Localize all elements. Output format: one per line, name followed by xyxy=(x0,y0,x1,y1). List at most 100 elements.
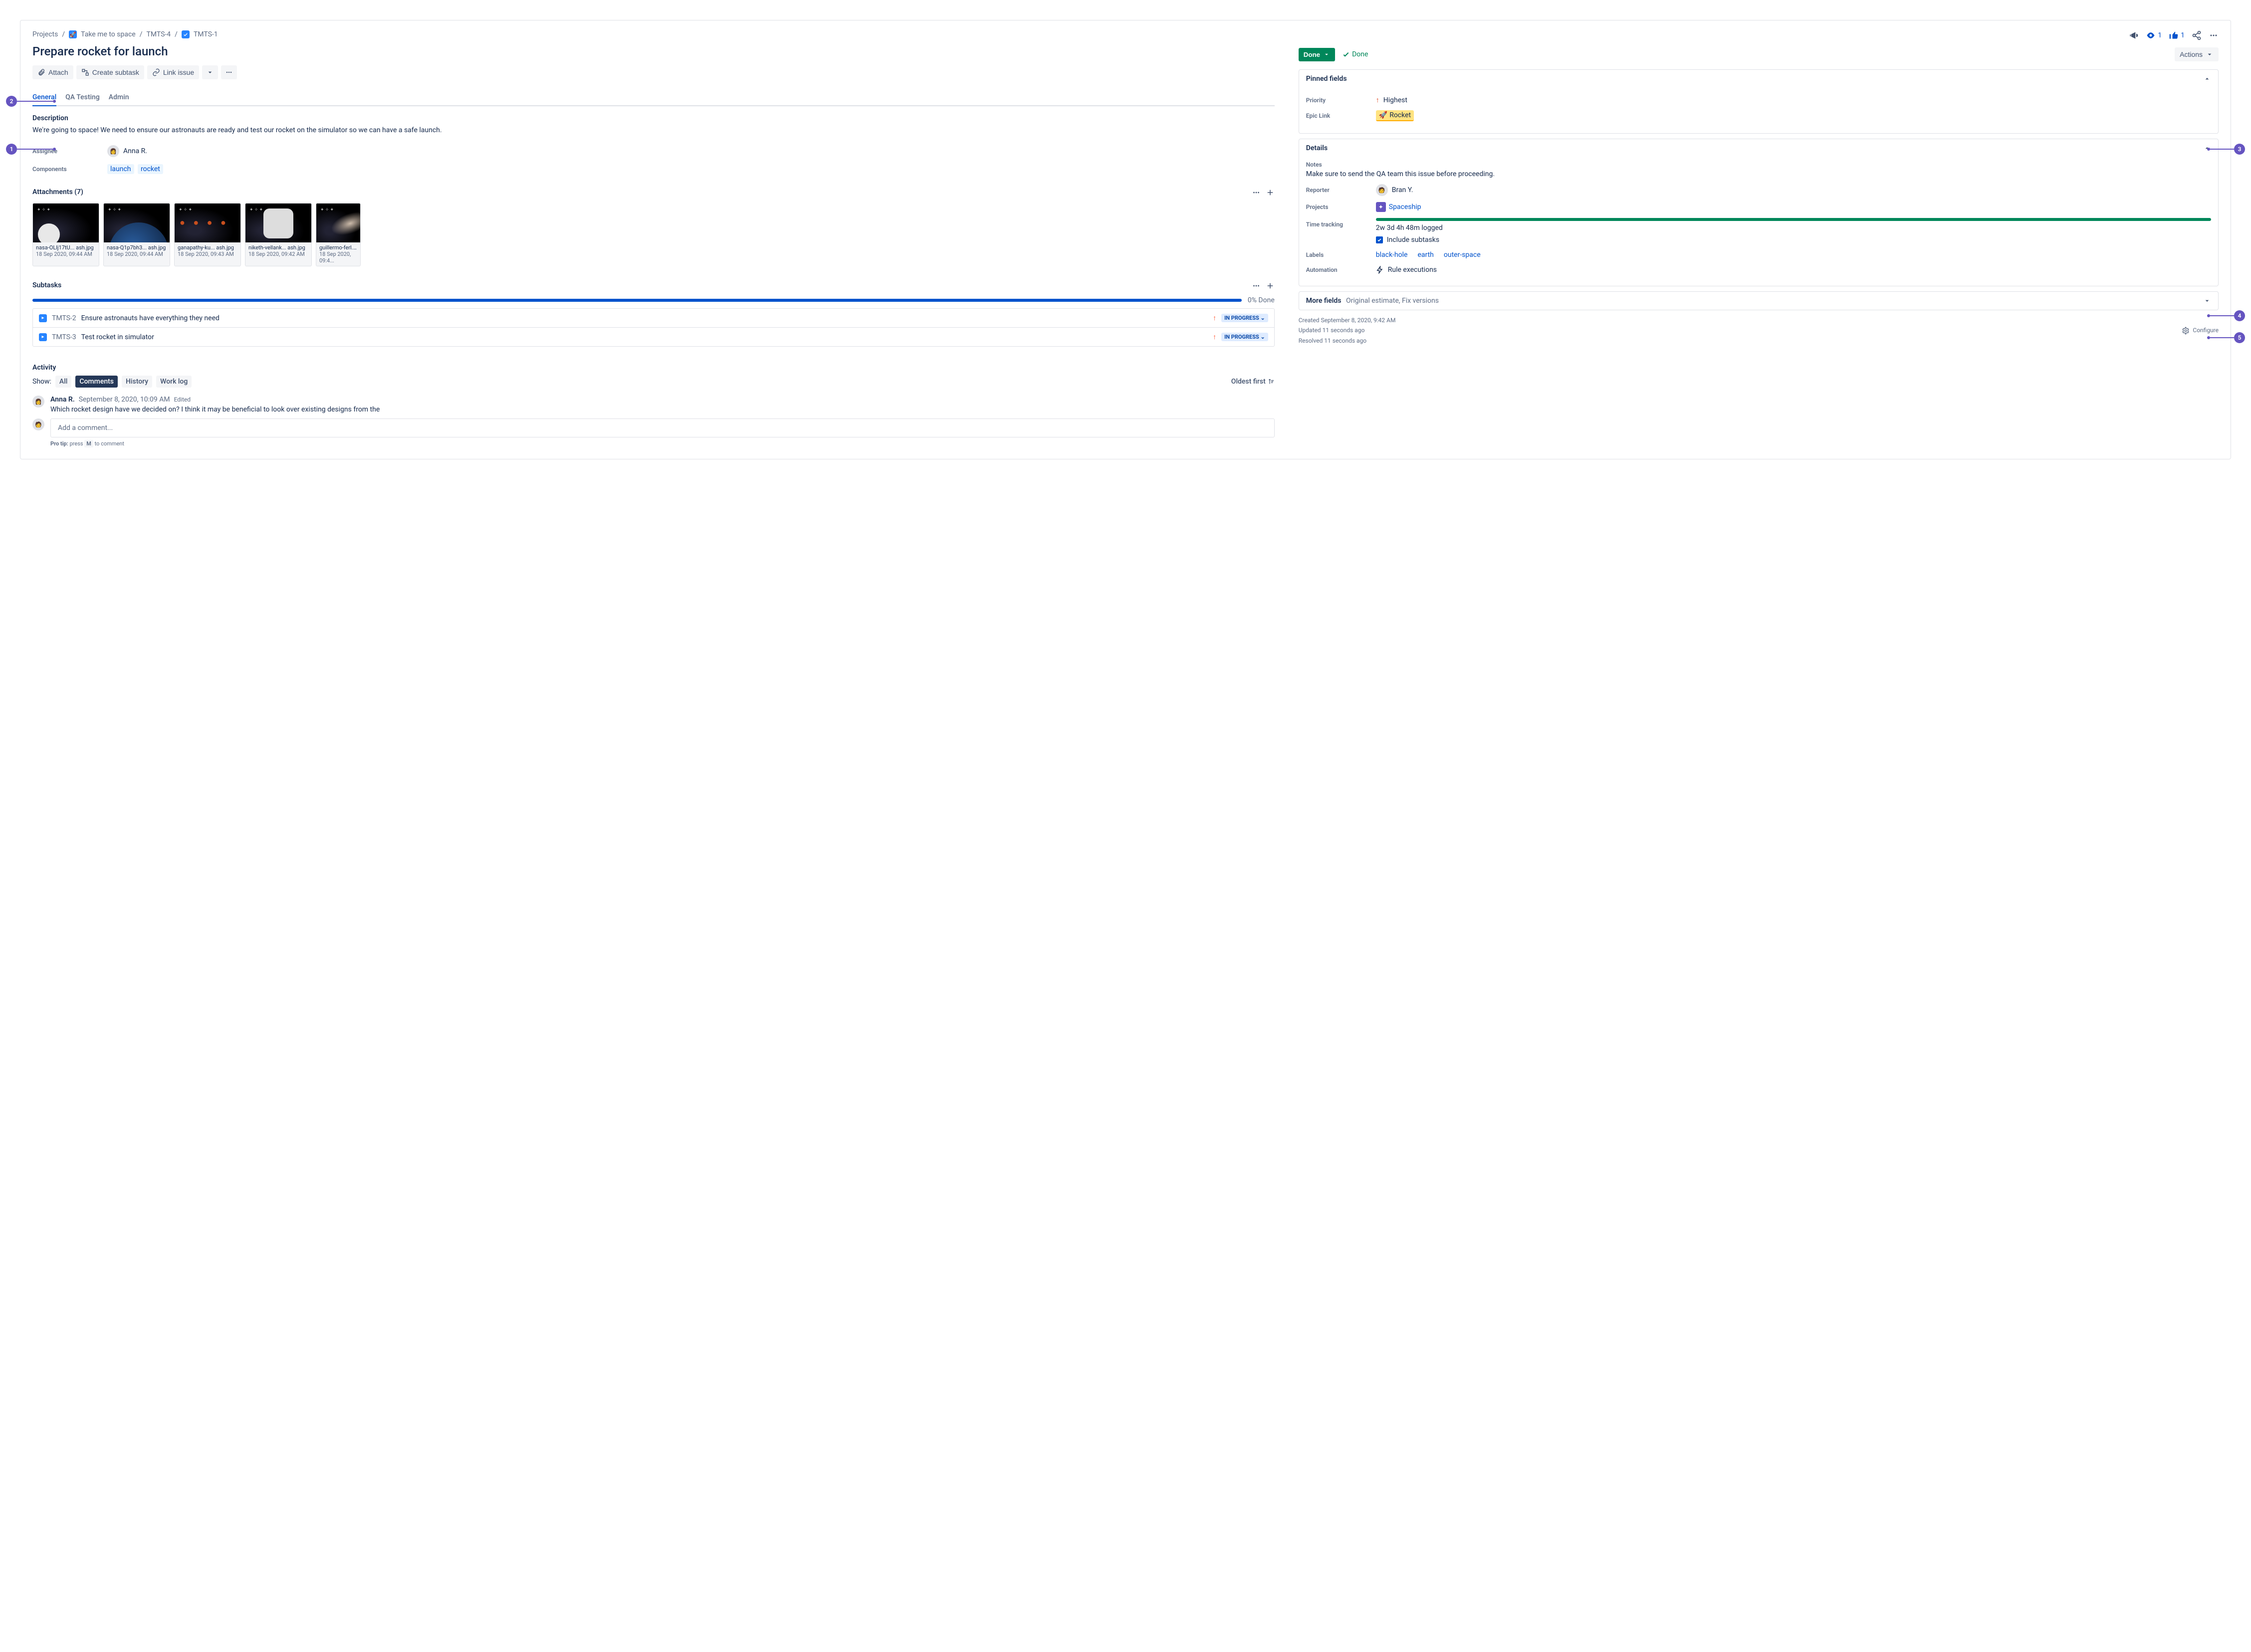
projects-field[interactable]: Projects ✦ Spaceship xyxy=(1306,202,2211,212)
subtask-key[interactable]: TMTS-3 xyxy=(52,333,76,341)
attachment-card[interactable]: niketh-vellank... ash.jpg18 Sep 2020, 09… xyxy=(245,203,312,266)
issue-more-button[interactable] xyxy=(2209,30,2219,40)
attachment-date: 18 Sep 2020, 09:43 AM xyxy=(178,251,237,257)
add-comment-input[interactable]: Add a comment... xyxy=(50,418,1275,437)
watch-button[interactable]: 1 xyxy=(2146,30,2162,40)
tab-admin[interactable]: Admin xyxy=(109,89,129,106)
issue-view: Projects / 🚀 Take me to space / TMTS-4 /… xyxy=(20,20,2231,459)
subtask-row[interactable]: ▸ TMTS-2 Ensure astronauts have everythi… xyxy=(33,309,1274,327)
issue-details-column: 1 1 Done Done Actions xyxy=(1299,30,2219,447)
attachment-thumb xyxy=(175,204,240,242)
rocket-icon: 🚀 xyxy=(1379,111,1387,119)
pro-tip: Pro tip: press M to comment xyxy=(50,440,1275,447)
more-actions-toolbar-button[interactable] xyxy=(221,65,237,79)
activity-section: Activity Show: All Comments History Work… xyxy=(32,364,1275,447)
attachment-filename: ganapathy-ku... ash.jpg xyxy=(178,244,237,251)
attachments-strip: nasa-OLlj17tU... ash.jpg18 Sep 2020, 09:… xyxy=(32,203,1275,266)
assignee-value[interactable]: 👩 Anna R. xyxy=(107,145,147,157)
pinned-fields-header[interactable]: Pinned fields xyxy=(1299,70,2218,88)
configure-button[interactable]: Configure xyxy=(2182,315,2219,346)
actions-dropdown[interactable]: Actions xyxy=(2175,47,2219,61)
avatar: 👩 xyxy=(107,145,119,157)
sort-icon xyxy=(1268,378,1275,385)
labels-field[interactable]: Labels black-hole earth outer-space xyxy=(1306,250,2211,260)
watch-count: 1 xyxy=(2158,31,2162,39)
description-body[interactable]: We're going to space! We need to ensure … xyxy=(32,125,1275,135)
link-issue-button[interactable]: Link issue xyxy=(147,65,199,79)
priority-icon: ↑ xyxy=(1213,333,1216,341)
issue-label[interactable]: outer-space xyxy=(1444,250,1481,260)
notes-value[interactable]: Make sure to send the QA team this issue… xyxy=(1306,170,2211,178)
issue-main-column: Projects / 🚀 Take me to space / TMTS-4 /… xyxy=(32,30,1275,447)
attachment-thumb xyxy=(316,204,360,242)
avatar: 👩 xyxy=(32,396,44,408)
annotation-3: 3 xyxy=(2234,144,2245,155)
attachment-card[interactable]: nasa-Q1p7bh3... ash.jpg18 Sep 2020, 09:4… xyxy=(103,203,170,266)
priority-value: Highest xyxy=(1383,96,1407,104)
annotation-1: 1 xyxy=(6,144,17,155)
subtask-status[interactable]: IN PROGRESS ⌄ xyxy=(1221,333,1268,341)
filter-worklog[interactable]: Work log xyxy=(156,376,192,388)
status-row: Done Done Actions xyxy=(1299,47,2219,61)
issue-title[interactable]: Prepare rocket for launch xyxy=(32,44,1275,58)
attachment-filename: nasa-Q1p7bh3... ash.jpg xyxy=(107,244,167,251)
epic-link-field[interactable]: Epic Link 🚀 Rocket xyxy=(1306,110,2211,121)
activity-filter-bar: Show: All Comments History Work log Olde… xyxy=(32,376,1275,388)
priority-field[interactable]: Priority ↑ Highest xyxy=(1306,96,2211,104)
tab-qa-testing[interactable]: QA Testing xyxy=(65,89,100,106)
more-fields-header[interactable]: More fields Original estimate, Fix versi… xyxy=(1299,292,2218,310)
subtasks-menu-button[interactable] xyxy=(1252,281,1261,292)
issue-label[interactable]: black-hole xyxy=(1376,250,1408,260)
time-tracking-field[interactable]: Time tracking 2w 3d 4h 48m logged Includ… xyxy=(1306,218,2211,244)
priority-highest-icon: ↑ xyxy=(1376,96,1379,104)
create-subtask-button[interactable]: Create subtask xyxy=(76,65,144,79)
time-tracking-label: Time tracking xyxy=(1306,218,1376,228)
attach-label: Attach xyxy=(48,68,68,76)
breadcrumb-project[interactable]: Take me to space xyxy=(81,30,136,38)
link-issue-dropdown[interactable] xyxy=(202,65,218,79)
details-header[interactable]: Details xyxy=(1299,139,2218,157)
breadcrumb-projects[interactable]: Projects xyxy=(32,30,58,38)
attachments-add-button[interactable] xyxy=(1266,188,1275,199)
epic-link-label: Epic Link xyxy=(1306,112,1376,119)
issue-label[interactable]: earth xyxy=(1417,250,1433,260)
tab-general[interactable]: General xyxy=(32,89,56,106)
breadcrumb-issue-key[interactable]: TMTS-1 xyxy=(194,30,218,38)
subtasks-add-button[interactable] xyxy=(1266,281,1275,292)
vote-button[interactable]: 1 xyxy=(2169,30,2185,40)
subtask-status[interactable]: IN PROGRESS ⌄ xyxy=(1221,314,1268,322)
include-subtasks-checkbox[interactable] xyxy=(1376,236,1383,243)
component-tag[interactable]: launch xyxy=(107,164,134,174)
breadcrumb-separator: / xyxy=(62,30,65,38)
created-date: Created September 8, 2020, 9:42 AM xyxy=(1299,315,2182,325)
comment-author[interactable]: Anna R. xyxy=(50,396,75,404)
component-tag[interactable]: rocket xyxy=(138,164,163,174)
attachments-menu-button[interactable] xyxy=(1252,188,1261,199)
attach-button[interactable]: Attach xyxy=(32,65,73,79)
activity-sort-button[interactable]: Oldest first xyxy=(1231,378,1275,386)
filter-history[interactable]: History xyxy=(122,376,152,388)
project-icon: ✦ xyxy=(1376,202,1386,212)
annotation-5: 5 xyxy=(2234,332,2245,343)
reporter-field[interactable]: Reporter 🧑 Bran Y. xyxy=(1306,184,2211,196)
subtask-row[interactable]: ▸ TMTS-3 Test rocket in simulator ↑ IN P… xyxy=(33,327,1274,346)
epic-link-value[interactable]: 🚀 Rocket xyxy=(1376,110,1414,121)
lightning-icon xyxy=(1376,266,1384,274)
attachment-card[interactable]: ganapathy-ku... ash.jpg18 Sep 2020, 09:4… xyxy=(174,203,241,266)
filter-comments[interactable]: Comments xyxy=(75,376,118,388)
components-value[interactable]: launch rocket xyxy=(107,165,165,173)
priority-icon: ↑ xyxy=(1213,314,1216,322)
status-dropdown[interactable]: Done xyxy=(1299,48,1335,61)
subtask-key[interactable]: TMTS-2 xyxy=(52,314,76,322)
feedback-button[interactable] xyxy=(2129,30,2139,40)
attachment-card[interactable]: nasa-OLlj17tU... ash.jpg18 Sep 2020, 09:… xyxy=(32,203,99,266)
breadcrumb-parent[interactable]: TMTS-4 xyxy=(147,30,171,38)
share-button[interactable] xyxy=(2192,30,2202,40)
attachment-date: 18 Sep 2020, 09:42 AM xyxy=(248,251,308,257)
filter-all[interactable]: All xyxy=(55,376,71,388)
automation-field[interactable]: Automation Rule executions xyxy=(1306,266,2211,274)
attachment-card[interactable]: guillermo-ferl... a...18 Sep 2020, 09:4.… xyxy=(316,203,361,266)
reporter-label: Reporter xyxy=(1306,187,1376,194)
gear-icon xyxy=(2182,327,2190,335)
actions-label: Actions xyxy=(2180,50,2203,58)
